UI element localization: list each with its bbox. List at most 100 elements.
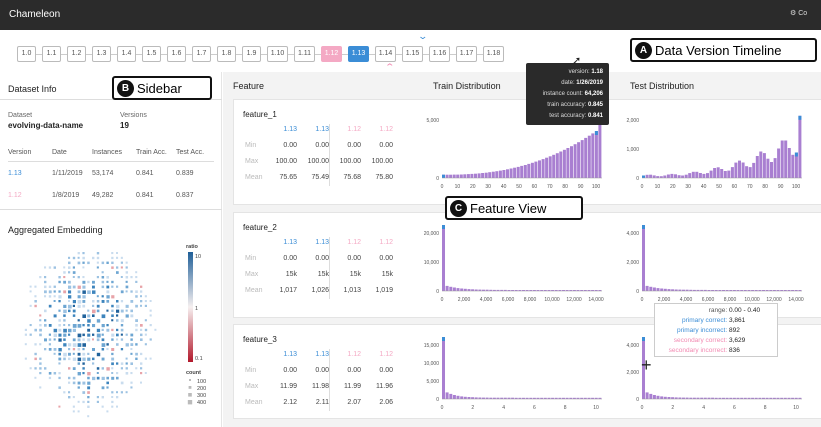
histogram-bar[interactable] bbox=[463, 396, 467, 399]
histogram-bar[interactable] bbox=[723, 171, 727, 178]
histogram-bar[interactable] bbox=[755, 156, 759, 178]
histogram-bar[interactable] bbox=[787, 148, 791, 178]
histogram-bar[interactable] bbox=[734, 162, 738, 178]
histogram-bar[interactable] bbox=[534, 161, 538, 178]
histogram-bar[interactable] bbox=[663, 396, 667, 399]
histogram-bar[interactable] bbox=[670, 173, 674, 178]
histogram-bar[interactable] bbox=[594, 131, 598, 178]
histogram-bar[interactable] bbox=[506, 169, 509, 178]
histogram-bar[interactable] bbox=[713, 168, 717, 178]
histogram-bar[interactable] bbox=[474, 173, 477, 178]
histogram-bar[interactable] bbox=[741, 162, 745, 179]
histogram-bar[interactable] bbox=[452, 395, 456, 399]
version-button[interactable]: 1.4 bbox=[117, 46, 136, 62]
histogram-bar[interactable] bbox=[470, 173, 474, 178]
histogram-bar[interactable] bbox=[770, 162, 773, 178]
histogram-bar[interactable] bbox=[456, 288, 460, 291]
histogram-bar[interactable] bbox=[491, 171, 495, 178]
version-button[interactable]: 1.2 bbox=[67, 46, 86, 62]
histogram-bar[interactable] bbox=[674, 174, 677, 178]
histogram-bar[interactable] bbox=[460, 288, 464, 292]
version-button[interactable]: 1.7 bbox=[192, 46, 211, 62]
histogram-bar[interactable] bbox=[523, 165, 527, 178]
histogram-bar[interactable] bbox=[649, 393, 653, 399]
histogram-bar[interactable] bbox=[445, 174, 449, 178]
histogram-bar[interactable] bbox=[766, 158, 770, 178]
histogram-bar[interactable] bbox=[702, 173, 706, 178]
histogram-bar[interactable] bbox=[516, 166, 520, 178]
histogram-bar[interactable] bbox=[530, 162, 534, 178]
histogram-bar[interactable] bbox=[488, 172, 492, 178]
histogram-bar[interactable] bbox=[445, 285, 449, 291]
histogram-bar[interactable] bbox=[449, 393, 453, 399]
version-table-cell[interactable]: 1.12 bbox=[8, 192, 22, 199]
histogram-bar[interactable] bbox=[652, 287, 656, 292]
histogram-bar[interactable] bbox=[559, 151, 563, 179]
version-button[interactable]: 1.0 bbox=[17, 46, 36, 62]
histogram-bar[interactable] bbox=[520, 165, 524, 178]
histogram-bar[interactable] bbox=[463, 288, 467, 291]
test-histogram[interactable]: 2,000 1,000 00 10 20 30 40 50 60 70 80 90 100 bbox=[619, 102, 804, 202]
histogram-bar[interactable] bbox=[452, 287, 456, 292]
histogram-bar[interactable] bbox=[649, 286, 653, 291]
histogram-bar[interactable] bbox=[541, 159, 545, 178]
histogram-bar[interactable] bbox=[442, 337, 445, 399]
version-button[interactable]: 1.10 bbox=[267, 46, 288, 62]
histogram-bar[interactable] bbox=[759, 151, 763, 179]
histogram-bar[interactable] bbox=[645, 392, 649, 399]
histogram-bar[interactable] bbox=[652, 175, 656, 178]
histogram-bar[interactable] bbox=[716, 167, 720, 178]
version-button[interactable]: 1.16 bbox=[429, 46, 450, 62]
histogram-bar[interactable] bbox=[780, 140, 784, 179]
version-button[interactable]: 1.8 bbox=[217, 46, 236, 62]
histogram-bar[interactable] bbox=[459, 174, 463, 179]
histogram-bar[interactable] bbox=[584, 137, 588, 178]
histogram-bar[interactable] bbox=[706, 173, 709, 178]
histogram-bar[interactable] bbox=[509, 168, 513, 179]
version-button[interactable]: 1.1 bbox=[42, 46, 61, 62]
histogram-bar[interactable] bbox=[442, 225, 445, 291]
version-button[interactable]: 1.6 bbox=[167, 46, 186, 62]
histogram-bar[interactable] bbox=[730, 167, 734, 178]
histogram-bar[interactable] bbox=[660, 288, 664, 292]
histogram-bar[interactable] bbox=[566, 148, 570, 178]
histogram-bar[interactable] bbox=[666, 174, 670, 179]
histogram-bar[interactable] bbox=[562, 149, 566, 178]
histogram-bar[interactable] bbox=[784, 140, 788, 179]
histogram-bar[interactable] bbox=[460, 396, 464, 399]
version-button[interactable]: 1.5 bbox=[142, 46, 161, 62]
histogram-bar[interactable] bbox=[456, 174, 460, 178]
histogram-bar[interactable] bbox=[587, 135, 591, 178]
histogram-bar[interactable] bbox=[545, 157, 549, 178]
histogram-bar[interactable] bbox=[577, 142, 581, 178]
header-right-link[interactable]: ⚙ Co bbox=[790, 9, 807, 17]
histogram-bar[interactable] bbox=[495, 171, 499, 178]
test-histogram[interactable]: 4,0002,00000 2,000 4,000 6,000 8,000 10,000 12… bbox=[619, 215, 804, 315]
histogram-bar[interactable] bbox=[777, 148, 781, 179]
version-button[interactable]: 1.14 bbox=[375, 46, 396, 62]
aggregated-embedding-plot[interactable]: ratio 10 1 0.1 count 100200300400 bbox=[0, 240, 222, 427]
version-button[interactable]: 1.12 bbox=[321, 46, 342, 62]
histogram-bar[interactable] bbox=[555, 153, 559, 178]
version-button[interactable]: 1.13 bbox=[348, 46, 369, 62]
histogram-bar[interactable] bbox=[570, 146, 573, 178]
histogram-bar[interactable] bbox=[477, 173, 481, 178]
histogram-bar[interactable] bbox=[698, 173, 702, 178]
histogram-bar[interactable] bbox=[449, 174, 453, 178]
version-button[interactable]: 1.3 bbox=[92, 46, 111, 62]
histogram-bar[interactable] bbox=[695, 171, 699, 178]
histogram-bar[interactable] bbox=[791, 154, 795, 178]
histogram-bar[interactable] bbox=[663, 175, 667, 179]
histogram-bar[interactable] bbox=[691, 171, 695, 178]
histogram-bar[interactable] bbox=[580, 140, 584, 178]
version-button[interactable]: 1.17 bbox=[456, 46, 477, 62]
histogram-bar[interactable] bbox=[484, 172, 488, 178]
histogram-bar[interactable] bbox=[720, 169, 724, 178]
histogram-bar[interactable] bbox=[538, 160, 541, 178]
histogram-bar[interactable] bbox=[456, 395, 460, 399]
histogram-bar[interactable] bbox=[452, 174, 456, 178]
histogram-bar[interactable] bbox=[498, 170, 502, 178]
histogram-bar[interactable] bbox=[773, 158, 777, 178]
histogram-bar[interactable] bbox=[548, 156, 552, 178]
version-button[interactable]: 1.9 bbox=[242, 46, 261, 62]
